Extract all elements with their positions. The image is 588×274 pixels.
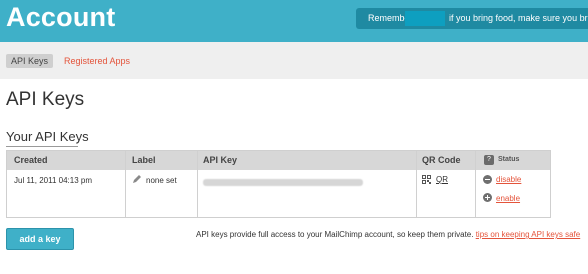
minus-circle-icon[interactable] [483, 175, 492, 184]
plus-circle-icon[interactable] [483, 193, 492, 202]
add-key-button[interactable]: add a key [6, 228, 74, 250]
qr-code-icon [422, 175, 431, 184]
column-qr-code: QR Code [422, 155, 461, 165]
column-divider [197, 151, 198, 217]
column-created: Created [14, 155, 48, 165]
column-divider [416, 151, 417, 217]
app-header: Account Remember if you bring food, make… [0, 0, 588, 42]
column-divider [125, 151, 126, 217]
notice-suffix-wrap: if you bring food, make sure you bring e… [449, 8, 588, 29]
page-title: API Keys [6, 89, 85, 110]
column-api-key: API Key [203, 155, 238, 165]
cell-api-key-redacted [203, 179, 363, 186]
notice-suffix: if you bring food, make sure you bring [449, 13, 588, 23]
api-keys-table: Created Label API Key QR Code ? Status J… [6, 150, 551, 218]
question-icon[interactable]: ? [484, 155, 494, 165]
disable-link[interactable]: disable [496, 175, 521, 184]
tab-registered-apps[interactable]: Registered Apps [64, 56, 130, 66]
pencil-icon[interactable] [132, 174, 142, 184]
account-subnav: API Keys Registered Apps [0, 42, 588, 79]
footnote-link[interactable]: tips on keeping API keys safe [476, 230, 581, 239]
column-status: Status [498, 156, 520, 163]
section-divider [6, 146, 78, 147]
footnote-text: API keys provide full access to your Mai… [196, 230, 474, 239]
enable-link[interactable]: enable [496, 194, 520, 203]
column-divider [475, 151, 476, 217]
cell-label: none set [146, 176, 177, 185]
page-header-title: Account [6, 2, 116, 32]
section-title: Your API Keys [6, 129, 89, 144]
footnote: API keys provide full access to your Mai… [196, 230, 580, 239]
column-label: Label [132, 155, 156, 165]
cell-created: Jul 11, 2011 04:13 pm [14, 176, 92, 185]
tab-api-keys[interactable]: API Keys [6, 54, 54, 68]
qr-link[interactable]: QR [436, 175, 448, 184]
notice-redacted [405, 11, 445, 26]
notice-banner: Remember if you bring food, make sure yo… [356, 8, 588, 29]
table-header: Created Label API Key QR Code ? Status [7, 151, 550, 170]
